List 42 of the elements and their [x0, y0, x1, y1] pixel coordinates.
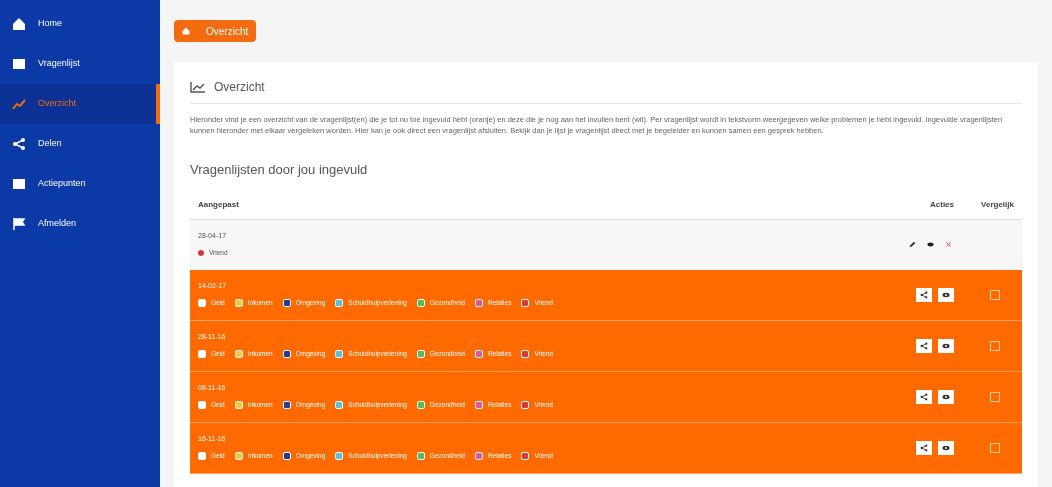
share-button[interactable] [916, 287, 932, 302]
share-icon [12, 137, 26, 151]
home-icon [182, 27, 190, 35]
sidebar-item[interactable]: Overzicht [0, 84, 160, 124]
chart-icon [190, 80, 206, 93]
close-icon [945, 242, 951, 247]
pencil-icon [908, 241, 916, 248]
sidebar-item[interactable]: Vragenlijst [0, 44, 160, 84]
panel-title: Overzicht [214, 78, 265, 96]
list-icon [12, 177, 26, 191]
home-icon [12, 17, 26, 31]
compare-checkbox[interactable] [990, 442, 1000, 453]
share-icon [920, 443, 928, 452]
compare-checkbox[interactable] [990, 391, 1000, 402]
column-header: Vergelijk [980, 199, 1014, 211]
share-icon [920, 290, 928, 299]
eye-icon [926, 242, 934, 247]
share-button[interactable] [916, 338, 932, 353]
eye-icon [942, 393, 950, 400]
view-button[interactable] [938, 389, 954, 404]
flag-icon [12, 217, 26, 231]
eye-icon [942, 291, 950, 298]
eye-icon [942, 342, 950, 349]
view-button[interactable] [938, 338, 954, 353]
share-button[interactable] [916, 389, 932, 404]
sidebar-item[interactable]: Actiepunten [0, 164, 160, 204]
section-title: Vragenlijsten door jou ingevuld [190, 161, 369, 179]
sidebar-item[interactable]: Home [0, 4, 160, 44]
compare-checkbox[interactable] [990, 340, 1000, 351]
column-header: Aangepast [198, 199, 240, 211]
list-icon [12, 57, 26, 71]
share-icon [920, 341, 928, 350]
share-icon [920, 392, 928, 401]
eye-icon [942, 444, 950, 451]
sidebar-item[interactable]: Afmelden [0, 204, 160, 244]
sidebar-item[interactable]: Delen [0, 124, 160, 164]
compare-checkbox[interactable] [990, 289, 1000, 300]
view-button[interactable] [938, 287, 954, 302]
column-header: Acties [929, 199, 954, 211]
view-button[interactable] [938, 440, 954, 455]
chart-icon [12, 97, 26, 111]
share-button[interactable] [916, 440, 932, 455]
